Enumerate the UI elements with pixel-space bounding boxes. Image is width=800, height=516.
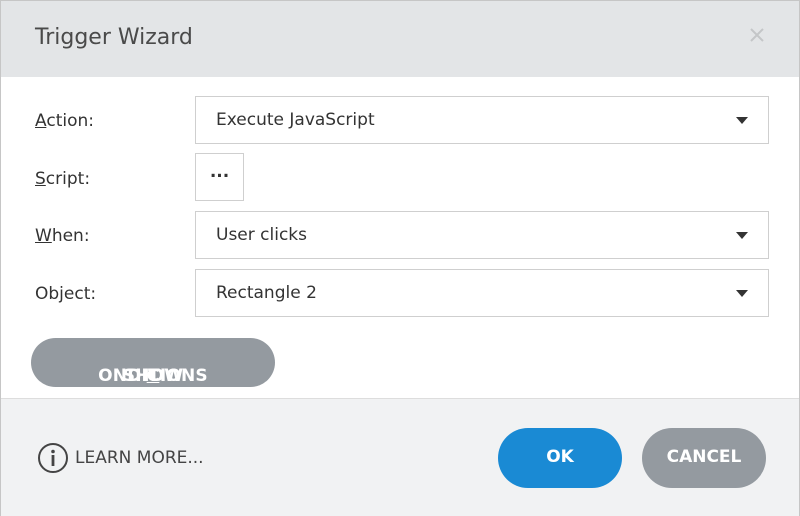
when-label: When: — [35, 226, 90, 246]
dialog-header: Trigger Wizard — [1, 1, 799, 77]
script-label-accesskey: S — [35, 169, 46, 189]
action-label-text: ction: — [46, 111, 94, 131]
chevron-down-icon — [736, 290, 748, 297]
show-conditions-button[interactable]: SHOW C ONDITIONS — [31, 338, 275, 387]
script-label: Script: — [35, 169, 90, 189]
chevron-down-icon — [736, 117, 748, 124]
when-select-value: User clicks — [216, 225, 307, 245]
ok-button[interactable]: OK — [498, 428, 622, 488]
object-label: Object: — [35, 284, 97, 304]
ok-button-label: OK — [546, 447, 574, 467]
show-conditions-label-post: ONDITIONS — [98, 366, 208, 386]
object-select-value: Rectangle 2 — [216, 283, 317, 303]
script-label-text: cript: — [45, 169, 91, 189]
cancel-button-label: CANCEL — [666, 447, 742, 467]
action-select[interactable]: Execute JavaScript — [195, 96, 769, 144]
close-icon[interactable] — [745, 23, 769, 47]
info-icon — [38, 443, 68, 473]
dialog-title: Trigger Wizard — [35, 25, 193, 50]
action-label: Action: — [35, 111, 94, 131]
action-label-accesskey: A — [35, 111, 47, 131]
script-edit-button[interactable]: ... — [195, 153, 244, 201]
when-select[interactable]: User clicks — [195, 211, 769, 259]
trigger-wizard-dialog: Trigger Wizard Action: Execute JavaScrip… — [0, 0, 800, 516]
action-select-value: Execute JavaScript — [216, 110, 375, 130]
object-select[interactable]: Rectangle 2 — [195, 269, 769, 317]
when-label-accesskey: W — [35, 226, 52, 246]
chevron-down-icon — [736, 232, 748, 239]
learn-more-label: LEARN MORE... — [75, 448, 204, 468]
cancel-button[interactable]: CANCEL — [642, 428, 766, 488]
when-label-text: hen: — [51, 226, 90, 246]
script-edit-button-label: ... — [209, 162, 230, 182]
